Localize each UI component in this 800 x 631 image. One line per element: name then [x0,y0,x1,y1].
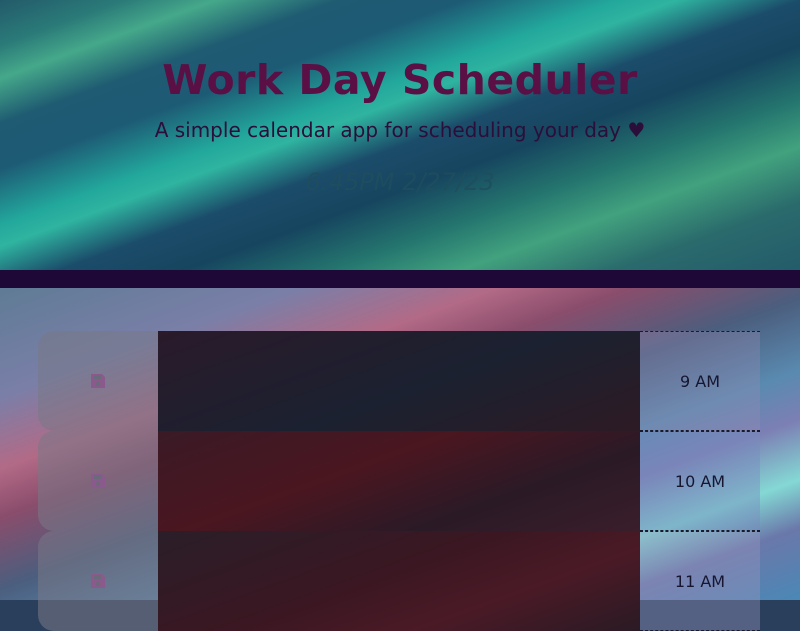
page-header: Work Day Scheduler A simple calendar app… [0,0,800,270]
hour-label: 9 AM [640,331,760,431]
floppy-disk-icon [91,574,105,588]
schedule-container: 9 AM 10 AM 11 AM [0,288,800,631]
time-block-row: 11 AM [38,531,760,631]
page-subtitle: A simple calendar app for scheduling you… [154,118,646,142]
save-button[interactable] [38,531,158,631]
floppy-disk-icon [91,374,105,388]
header-divider [0,270,800,288]
time-block-row: 9 AM [38,331,760,431]
task-description-input[interactable] [158,531,640,631]
task-description-input[interactable] [158,431,640,531]
save-button[interactable] [38,431,158,531]
page-title: Work Day Scheduler [162,56,638,104]
task-description-input[interactable] [158,331,640,431]
hour-label: 11 AM [640,531,760,631]
time-block-row: 10 AM [38,431,760,531]
hour-label: 10 AM [640,431,760,531]
floppy-disk-icon [91,474,105,488]
current-datetime: 6:45PM 2/27/23 [305,168,495,196]
save-button[interactable] [38,331,158,431]
